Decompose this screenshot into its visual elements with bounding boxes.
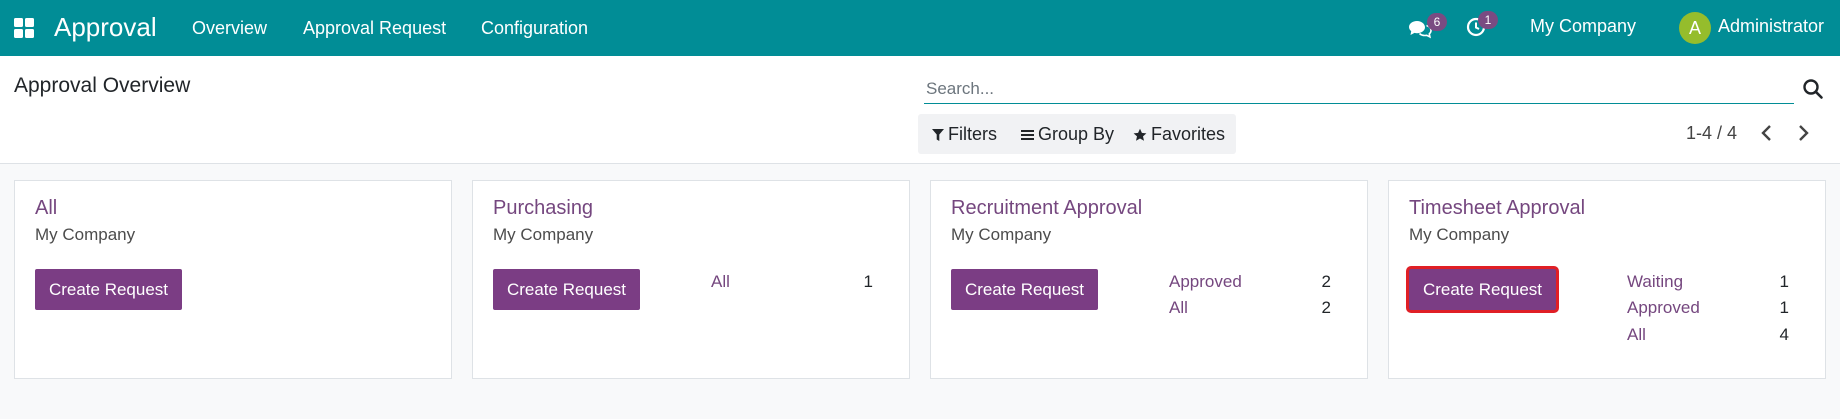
activities-count-badge: 1 — [1478, 11, 1498, 29]
approval-card-timesheet[interactable]: Timesheet Approval My Company Create Req… — [1388, 180, 1826, 379]
filter-icon — [932, 128, 944, 141]
stat-label-all[interactable]: All — [1627, 325, 1646, 345]
stat-count-all: 4 — [1779, 325, 1789, 344]
filters-button[interactable]: Filters — [932, 124, 997, 145]
list-icon — [1021, 129, 1034, 140]
card-company: My Company — [35, 225, 136, 244]
nav-menu-overview[interactable]: Overview — [192, 18, 267, 39]
group-by-label: Group By — [1038, 124, 1115, 144]
control-panel: Approval Overview Filters Group By Favor… — [0, 56, 1840, 164]
pager-value[interactable]: 1-4 / 4 — [1686, 123, 1737, 144]
chevron-left-icon[interactable] — [1756, 122, 1778, 144]
nav-menu-approval-request[interactable]: Approval Request — [303, 18, 446, 39]
page-title: Approval Overview — [14, 74, 191, 97]
star-icon — [1133, 128, 1147, 141]
stat-label-approved[interactable]: Approved — [1627, 298, 1700, 318]
user-menu[interactable]: Administrator — [1718, 16, 1824, 37]
search-input[interactable] — [924, 76, 1754, 102]
user-avatar[interactable]: A — [1679, 12, 1711, 44]
create-request-button[interactable]: Create Request — [951, 269, 1098, 310]
card-title[interactable]: Purchasing — [493, 197, 593, 220]
stat-count-all: 1 — [863, 272, 873, 291]
card-company: My Company — [1409, 225, 1510, 244]
approval-card-recruitment[interactable]: Recruitment Approval My Company Create R… — [930, 180, 1368, 379]
card-title[interactable]: Timesheet Approval — [1409, 197, 1585, 220]
stat-label-approved[interactable]: Approved — [1169, 272, 1242, 292]
card-title[interactable]: Recruitment Approval — [951, 197, 1142, 220]
stat-count-waiting: 1 — [1779, 272, 1789, 291]
create-request-button[interactable]: Create Request — [35, 269, 182, 310]
approval-card-purchasing[interactable]: Purchasing My Company Create Request All… — [472, 180, 910, 379]
card-company: My Company — [493, 225, 594, 244]
favorites-label: Favorites — [1151, 124, 1226, 144]
create-request-button[interactable]: Create Request — [493, 269, 640, 310]
card-title[interactable]: All — [35, 197, 57, 220]
app-title[interactable]: Approval — [54, 12, 157, 43]
search-box — [924, 76, 1794, 104]
chevron-right-icon[interactable] — [1792, 122, 1814, 144]
stat-label-waiting[interactable]: Waiting — [1627, 272, 1683, 292]
company-switcher[interactable]: My Company — [1530, 16, 1636, 37]
create-request-button[interactable]: Create Request — [1406, 266, 1559, 313]
top-navbar: Approval Overview Approval Request Confi… — [0, 0, 1840, 56]
group-by-button[interactable]: Group By — [1021, 124, 1114, 145]
stat-count-approved: 2 — [1321, 272, 1331, 291]
filters-label: Filters — [948, 124, 997, 144]
card-company: My Company — [951, 225, 1052, 244]
nav-menu-configuration[interactable]: Configuration — [481, 18, 588, 39]
apps-grid-icon[interactable] — [14, 18, 34, 38]
favorites-button[interactable]: Favorites — [1133, 124, 1225, 145]
approval-card-all[interactable]: All My Company Create Request — [14, 180, 452, 379]
stat-count-all: 2 — [1321, 298, 1331, 317]
stat-label-all[interactable]: All — [1169, 298, 1188, 318]
messages-count-badge: 6 — [1427, 13, 1447, 31]
stat-label-all[interactable]: All — [711, 272, 730, 292]
search-options-bar: Filters Group By Favorites — [918, 114, 1236, 154]
search-icon[interactable] — [1802, 78, 1824, 100]
stat-count-approved: 1 — [1779, 298, 1789, 317]
